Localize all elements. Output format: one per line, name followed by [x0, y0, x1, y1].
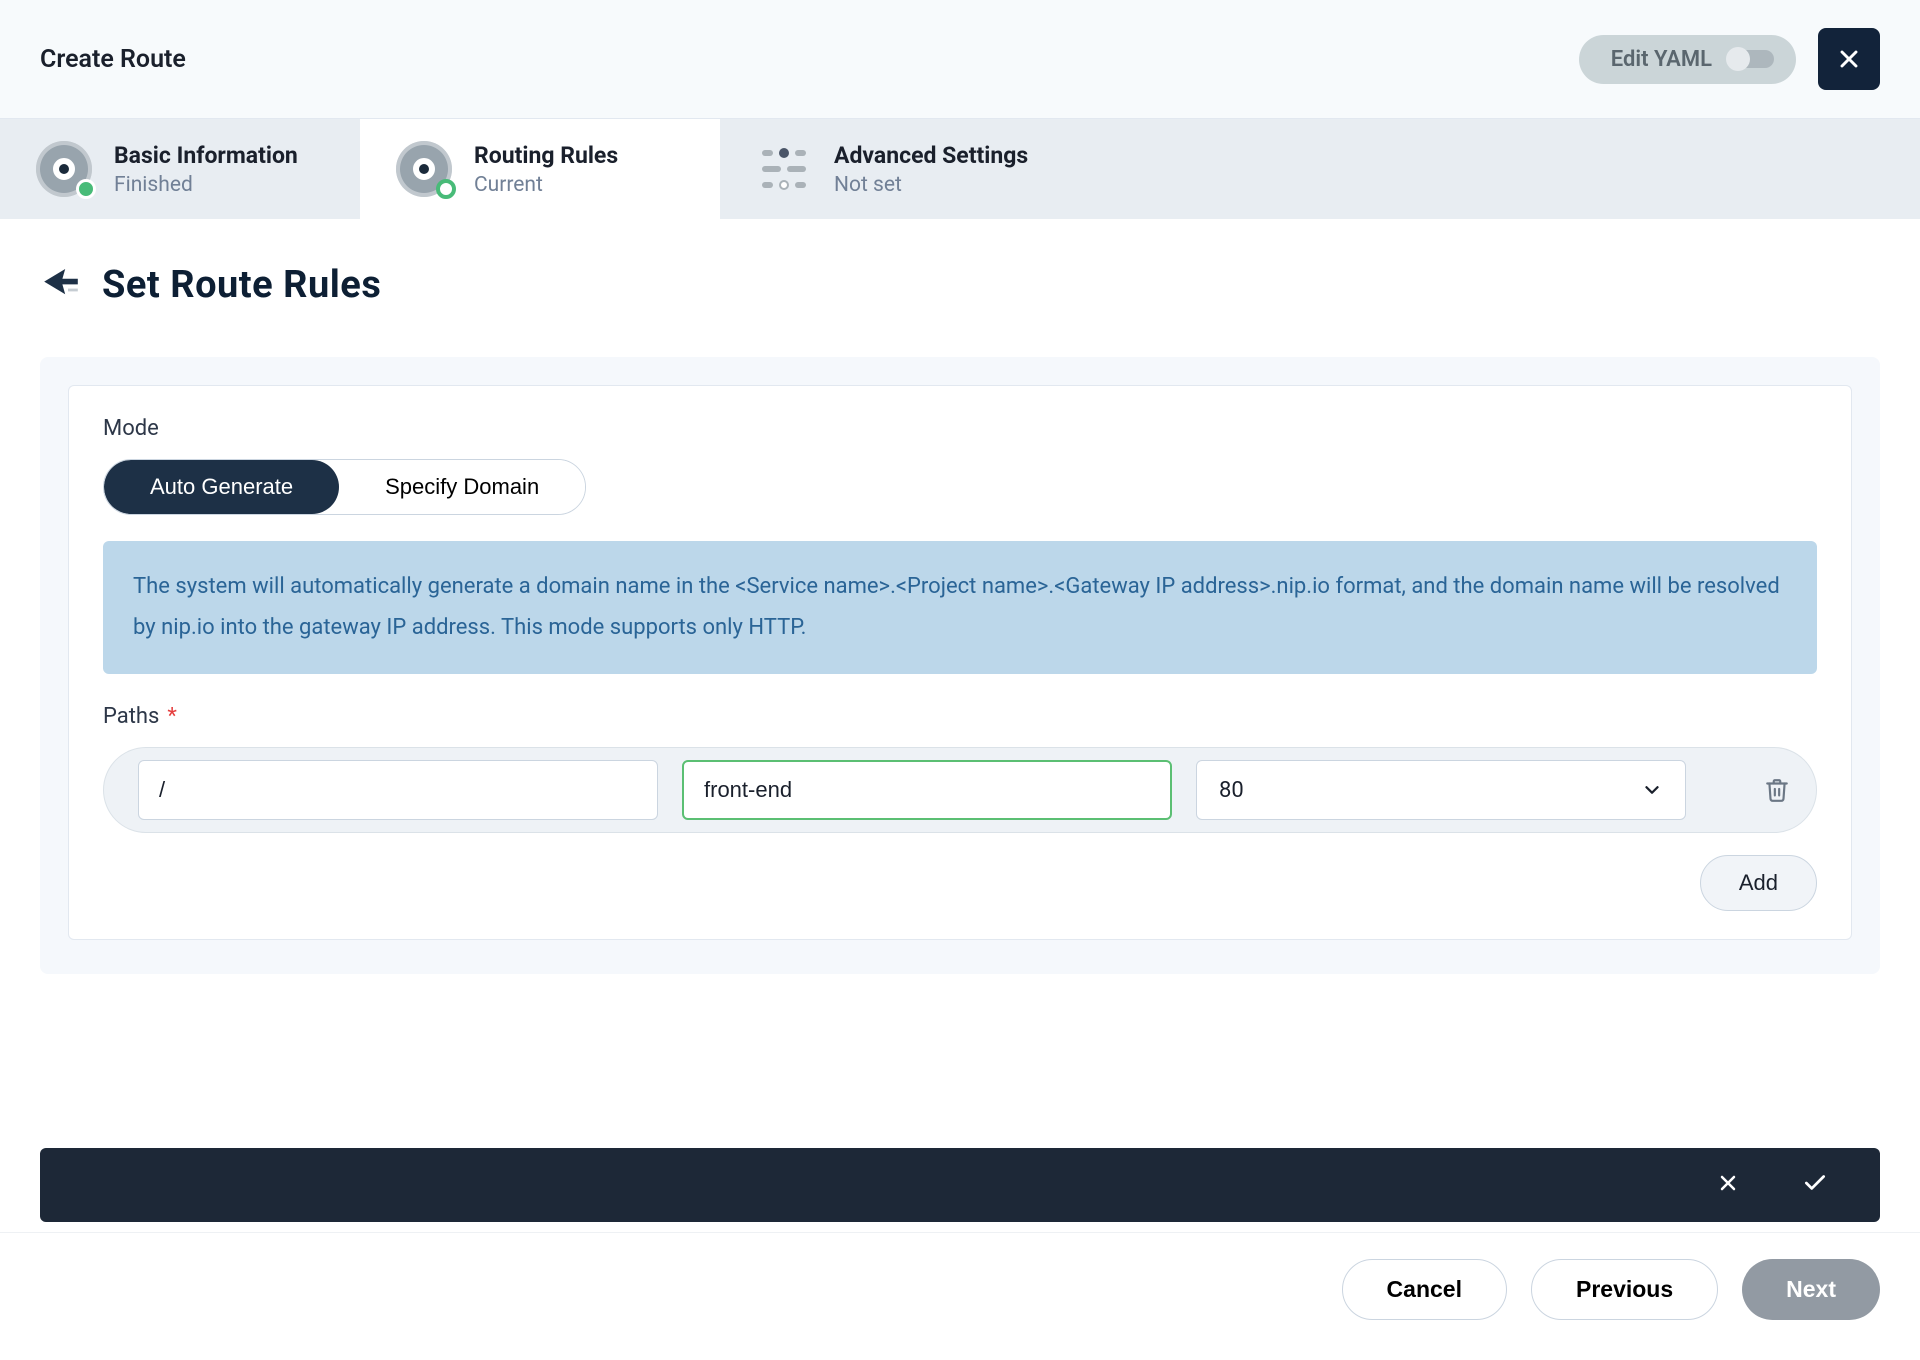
header-actions: Edit YAML — [1579, 28, 1880, 90]
step-title: Advanced Settings — [834, 142, 1028, 169]
back-arrow-icon[interactable] — [44, 269, 78, 301]
mode-info-banner: The system will automatically generate a… — [103, 541, 1817, 674]
step-basic-information[interactable]: Basic Information Finished — [0, 119, 360, 219]
page-heading: Set Route Rules — [0, 219, 1920, 337]
mode-specify-domain[interactable]: Specify Domain — [339, 460, 585, 514]
close-icon — [1835, 45, 1863, 73]
inline-action-bar — [40, 1148, 1880, 1222]
step-subtitle: Finished — [114, 173, 298, 197]
page-title: Set Route Rules — [102, 263, 381, 307]
step-routing-rules[interactable]: Routing Rules Current — [360, 119, 720, 219]
modal-footer: Cancel Previous Next — [0, 1232, 1920, 1360]
mode-segmented: Auto Generate Specify Domain — [103, 459, 586, 515]
step-status-current-icon — [436, 179, 456, 199]
close-icon — [1716, 1171, 1740, 1195]
modal-header: Create Route Edit YAML — [0, 0, 1920, 119]
path-input[interactable] — [138, 760, 658, 820]
create-route-modal: Create Route Edit YAML Basic Information… — [0, 0, 1920, 1360]
edit-yaml-label: Edit YAML — [1611, 47, 1712, 72]
paths-section: Paths * 80 Add — [103, 704, 1817, 911]
previous-button[interactable]: Previous — [1531, 1259, 1718, 1320]
mode-auto-generate[interactable]: Auto Generate — [104, 460, 339, 514]
step-advanced-settings[interactable]: Advanced Settings Not set — [720, 119, 1080, 219]
trash-icon — [1764, 776, 1790, 804]
switch-icon — [1728, 50, 1774, 68]
paths-label: Paths * — [103, 704, 1817, 729]
paths-label-text: Paths — [103, 704, 159, 729]
rules-card: Mode Auto Generate Specify Domain The sy… — [68, 385, 1852, 940]
chevron-down-icon — [1641, 779, 1663, 801]
add-path-button[interactable]: Add — [1700, 855, 1817, 911]
required-star-icon: * — [167, 704, 176, 729]
port-select[interactable]: 80 — [1196, 760, 1686, 820]
inline-cancel-button[interactable] — [1716, 1171, 1740, 1199]
path-row: 80 — [103, 747, 1817, 833]
modal-title: Create Route — [40, 45, 186, 74]
cancel-button[interactable]: Cancel — [1342, 1259, 1507, 1320]
step-status-done-icon — [76, 179, 96, 199]
close-button[interactable] — [1818, 28, 1880, 90]
step-title: Routing Rules — [474, 142, 618, 169]
check-icon — [1802, 1170, 1828, 1196]
step-title: Basic Information — [114, 142, 298, 169]
service-input[interactable] — [682, 760, 1172, 820]
sliders-icon — [756, 141, 812, 197]
wizard-steps: Basic Information Finished Routing Rules… — [0, 119, 1920, 219]
form-container: Mode Auto Generate Specify Domain The sy… — [40, 357, 1880, 974]
port-value: 80 — [1219, 778, 1244, 803]
step-icon — [396, 141, 452, 197]
delete-path-button[interactable] — [1764, 776, 1790, 804]
step-icon — [36, 141, 92, 197]
mode-label: Mode — [103, 416, 1817, 441]
next-button[interactable]: Next — [1742, 1259, 1880, 1320]
step-subtitle: Not set — [834, 173, 1028, 197]
step-subtitle: Current — [474, 173, 618, 197]
edit-yaml-toggle[interactable]: Edit YAML — [1579, 35, 1796, 84]
inline-confirm-button[interactable] — [1802, 1170, 1828, 1200]
